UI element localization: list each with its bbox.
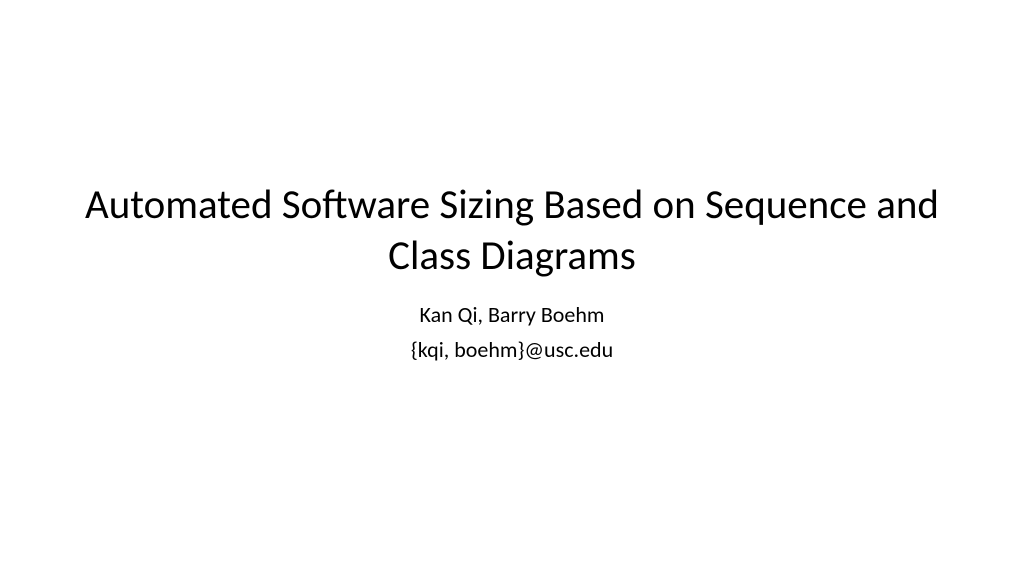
slide-authors: Kan Qi, Barry Boehm bbox=[60, 300, 964, 331]
slide-emails: {kqi, boehm}@usc.edu bbox=[60, 335, 964, 366]
slide-content: Automated Software Sizing Based on Seque… bbox=[60, 180, 964, 366]
slide-title: Automated Software Sizing Based on Seque… bbox=[60, 180, 964, 283]
